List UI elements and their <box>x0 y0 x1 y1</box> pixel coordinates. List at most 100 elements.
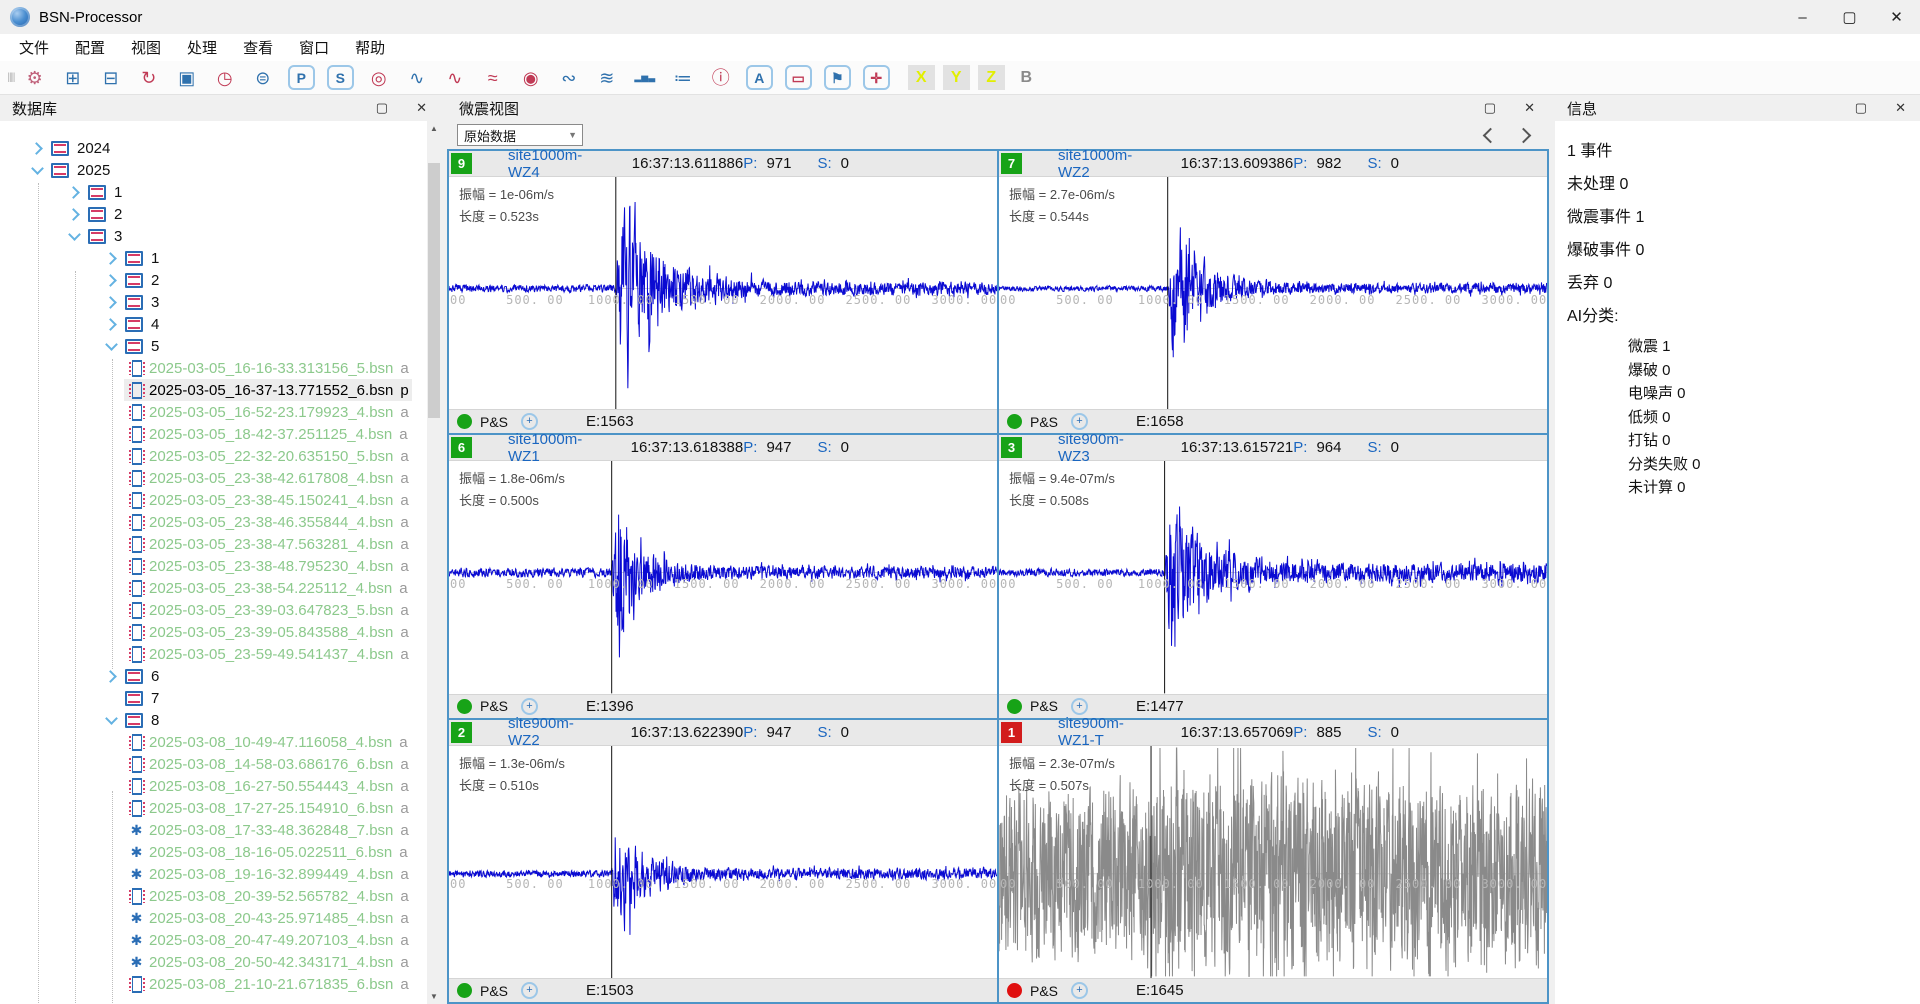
waveform-plot[interactable]: 00500. 001000. 001500. 002000. 002500. 0… <box>999 746 1547 978</box>
maximize-button[interactable]: ▢ <box>1826 0 1873 34</box>
region-select-icon[interactable]: ▭ <box>785 65 812 90</box>
next-event-icon[interactable] <box>1516 127 1532 143</box>
menu-item-6[interactable]: 窗口 <box>286 34 342 61</box>
crosshair-icon[interactable]: ✛ <box>863 65 890 90</box>
tree-file-row[interactable]: 2025-03-05_18-42-37.251125_4.bsna <box>0 423 441 445</box>
s-phase-button[interactable]: S <box>327 65 354 90</box>
tree-file-row[interactable]: 2025-03-05_16-52-23.179923_4.bsna <box>0 401 441 423</box>
waveform-close-button[interactable]: ✕ <box>1524 100 1535 116</box>
waveform-plot[interactable]: 00500. 001000. 001500. 002000. 002500. 0… <box>449 177 997 409</box>
tree-file-row[interactable]: 2025-03-08_21-10-21.671835_6.bsna <box>0 973 441 995</box>
tree-file-row[interactable]: 2025-03-05_23-39-03.647823_5.bsna <box>0 599 441 621</box>
tree-folder-row[interactable]: 2024 <box>0 137 441 159</box>
toolbar-grip[interactable]: ‖‖ <box>7 70 14 85</box>
waveform-plot[interactable]: 00500. 001000. 001500. 002000. 002500. 0… <box>449 746 997 978</box>
collapse-arrow-icon[interactable] <box>105 712 118 725</box>
ps-toggle[interactable]: P&S <box>1030 983 1058 999</box>
tree-folder-row[interactable]: 2025 <box>0 159 441 181</box>
zoom-in-icon[interactable]: + <box>1071 413 1088 430</box>
collapse-arrow-icon[interactable] <box>68 228 81 241</box>
database-icon[interactable]: ⊜ <box>250 65 276 91</box>
expand-arrow-icon[interactable] <box>104 274 117 287</box>
tree-folder-row[interactable]: 2 <box>0 269 441 291</box>
close-data-icon[interactable]: ⊟ <box>98 65 124 91</box>
tree-file-row[interactable]: 2025-03-05_23-38-45.150241_4.bsna <box>0 489 441 511</box>
toggle-y-button[interactable]: Y <box>943 65 970 90</box>
save-icon[interactable]: ▣ <box>174 65 200 91</box>
tree-file-row[interactable]: ✱2025-03-08_20-50-42.343171_4.bsna <box>0 951 441 973</box>
scroll-up-icon[interactable]: ▲ <box>427 121 441 136</box>
relocate-icon[interactable]: ◉ <box>518 65 544 91</box>
waveform-plot[interactable]: 00500. 001000. 001500. 002000. 002500. 0… <box>999 461 1547 693</box>
tree-folder-row[interactable]: 4 <box>0 313 441 335</box>
info-close-button[interactable]: ✕ <box>1895 100 1906 116</box>
report-icon[interactable]: ⚑ <box>824 65 851 90</box>
tree-folder-row[interactable]: 3 <box>0 225 441 247</box>
expand-arrow-icon[interactable] <box>104 252 117 265</box>
tree-folder-row[interactable]: 1 <box>0 181 441 203</box>
menu-item-7[interactable]: 帮助 <box>342 34 398 61</box>
tree-file-row[interactable]: 2025-03-05_23-38-42.617808_4.bsna <box>0 467 441 489</box>
menu-item-5[interactable]: 查看 <box>230 34 286 61</box>
zoom-in-icon[interactable]: + <box>1071 982 1088 999</box>
database-float-button[interactable]: ▢ <box>376 100 388 116</box>
tree-folder-row[interactable]: 7 <box>0 687 441 709</box>
ps-toggle[interactable]: P&S <box>480 983 508 999</box>
waveform-plot[interactable]: 00500. 001000. 001500. 002000. 002500. 0… <box>449 461 997 693</box>
tree-folder-row[interactable]: 6 <box>0 665 441 687</box>
menu-item-1[interactable]: 文件 <box>6 34 62 61</box>
tree-folder-row[interactable]: 2 <box>0 203 441 225</box>
tree-folder-row[interactable]: 5 <box>0 335 441 357</box>
wave-filter-icon[interactable]: ≋ <box>594 65 620 91</box>
wave-inspect-icon[interactable]: ∾ <box>556 65 582 91</box>
expand-arrow-icon[interactable] <box>104 670 117 683</box>
p-phase-button[interactable]: P <box>288 65 315 90</box>
collapse-arrow-icon[interactable] <box>105 338 118 351</box>
scroll-down-icon[interactable]: ▼ <box>427 989 441 1004</box>
wave-trim-icon[interactable]: ≈ <box>480 65 506 91</box>
waveform-plot[interactable]: 00500. 001000. 001500. 002000. 002500. 0… <box>999 177 1547 409</box>
tree-file-row[interactable]: 2025-03-05_23-38-48.795230_4.bsna <box>0 555 441 577</box>
expand-arrow-icon[interactable] <box>30 142 43 155</box>
open-data-icon[interactable]: ⊞ <box>60 65 86 91</box>
tree-file-row[interactable]: 2025-03-08_17-27-25.154910_6.bsna <box>0 797 441 819</box>
tree-folder-row[interactable]: 8 <box>0 709 441 731</box>
tree-file-row[interactable]: ✱2025-03-08_20-43-25.971485_4.bsna <box>0 907 441 929</box>
tree-file-row[interactable]: 2025-03-05_22-32-20.635150_5.bsna <box>0 445 441 467</box>
ps-toggle[interactable]: P&S <box>1030 698 1058 714</box>
stop-clock-icon[interactable]: ◷ <box>212 65 238 91</box>
tree-folder-row[interactable]: 3 <box>0 291 441 313</box>
menu-item-2[interactable]: 配置 <box>62 34 118 61</box>
zoom-in-icon[interactable]: + <box>521 982 538 999</box>
pick-edit-icon[interactable]: ∿ <box>442 65 468 91</box>
ps-toggle[interactable]: P&S <box>480 414 508 430</box>
tree-file-row[interactable]: 2025-03-05_23-38-54.225112_4.bsna <box>0 577 441 599</box>
tree-file-row[interactable]: ✱2025-03-08_20-47-49.207103_4.bsna <box>0 929 441 951</box>
tree-file-row[interactable]: 2025-03-08_16-27-50.554443_4.bsna <box>0 775 441 797</box>
menu-item-4[interactable]: 处理 <box>174 34 230 61</box>
tree-file-row[interactable]: 2025-03-05_16-37-13.771552_6.bsnp <box>0 379 441 401</box>
histogram-icon[interactable]: ▂▅▃ <box>632 65 658 91</box>
tree-file-row[interactable]: 2025-03-05_16-16-33.313156_5.bsna <box>0 357 441 379</box>
ps-toggle[interactable]: P&S <box>480 698 508 714</box>
info-float-button[interactable]: ▢ <box>1855 100 1867 116</box>
info-icon[interactable]: ⓘ <box>708 65 734 91</box>
settings-icon[interactable]: ⚙ <box>22 65 48 91</box>
event-list-icon[interactable]: ≔ <box>670 65 696 91</box>
minimize-button[interactable]: – <box>1779 0 1826 34</box>
tree-file-row[interactable]: 2025-03-05_23-38-47.563281_4.bsna <box>0 533 441 555</box>
expand-arrow-icon[interactable] <box>67 186 80 199</box>
data-type-select[interactable]: 原始数据 ▼ <box>457 124 583 146</box>
waveform-view-icon[interactable]: ∿ <box>404 65 430 91</box>
scroll-thumb[interactable] <box>428 163 440 418</box>
toggle-b-button[interactable]: B <box>1013 65 1040 90</box>
collapse-arrow-icon[interactable] <box>31 162 44 175</box>
tree-file-row[interactable]: 2025-03-08_20-39-52.565782_4.bsna <box>0 885 441 907</box>
tree-file-row[interactable]: 2025-03-05_23-39-05.843588_4.bsna <box>0 621 441 643</box>
close-button[interactable]: ✕ <box>1873 0 1920 34</box>
zoom-in-icon[interactable]: + <box>1071 698 1088 715</box>
database-close-button[interactable]: ✕ <box>416 100 427 116</box>
menu-item-3[interactable]: 视图 <box>118 34 174 61</box>
tree-file-row[interactable]: ✱2025-03-08_18-16-05.022511_6.bsna <box>0 841 441 863</box>
toggle-z-button[interactable]: Z <box>978 65 1005 90</box>
